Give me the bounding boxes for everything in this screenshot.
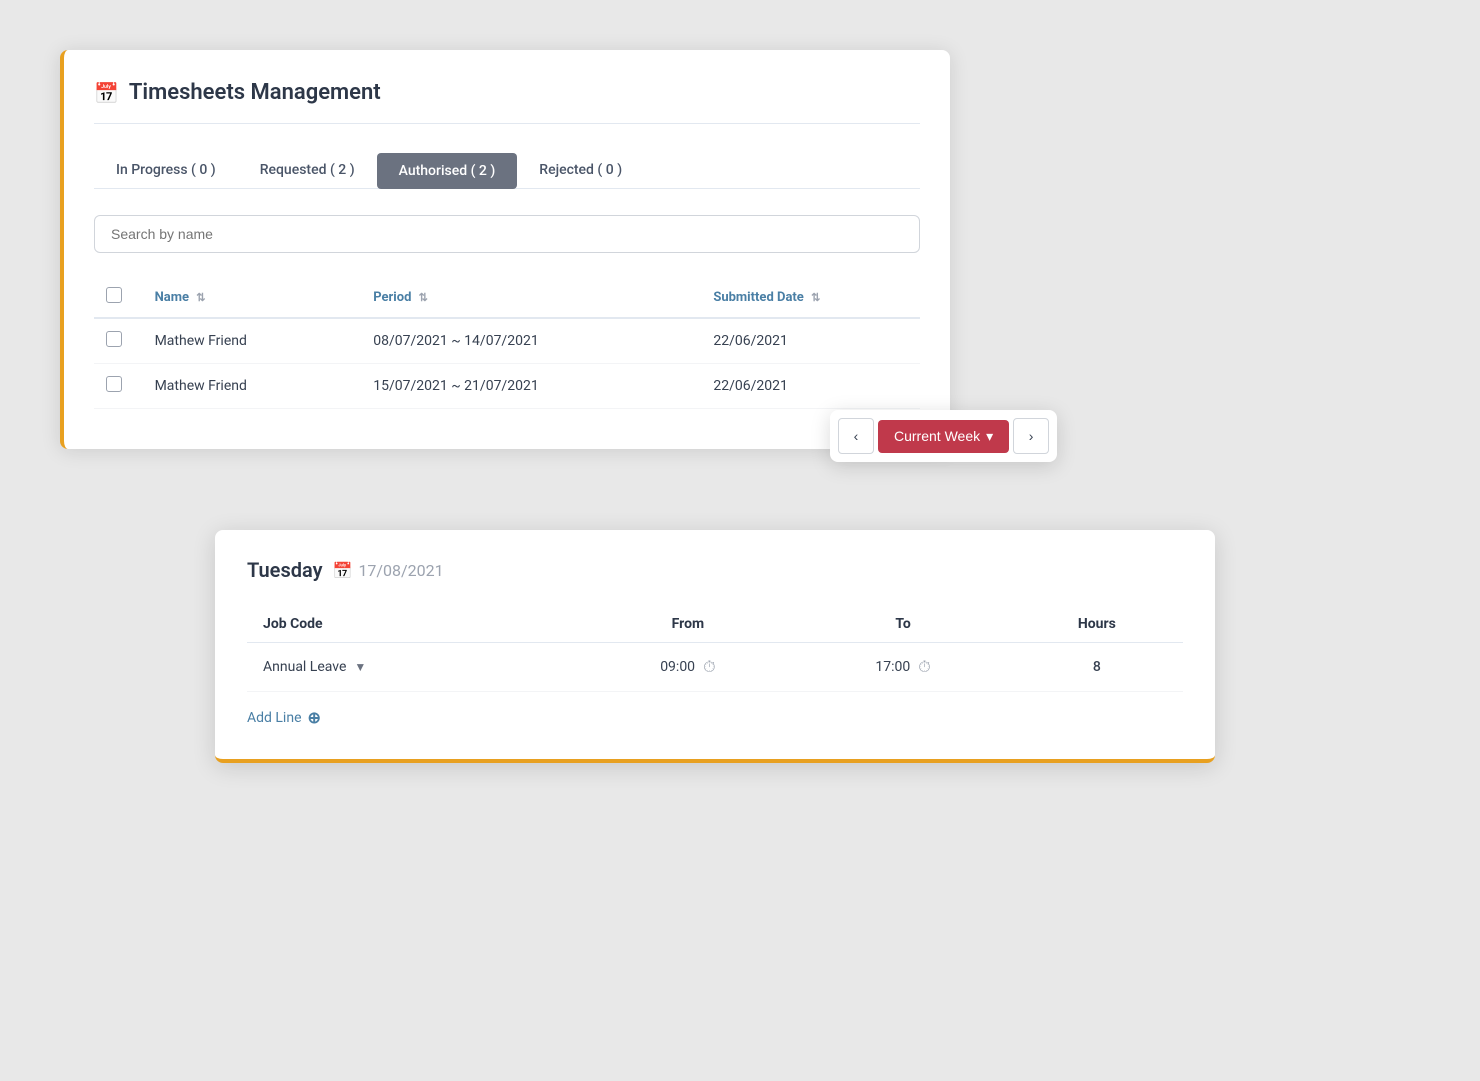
job-code-dropdown-arrow[interactable]: ▼ (354, 660, 366, 674)
col-header-period[interactable]: Period ⇅ (361, 277, 701, 318)
from-time-value: 09:00 (660, 659, 695, 675)
select-all-checkbox[interactable] (106, 287, 122, 303)
from-clock-icon[interactable]: ⏱ (703, 657, 715, 677)
row-1-checkbox-cell[interactable] (94, 364, 143, 409)
col-header-job-code: Job Code (247, 606, 580, 643)
row-1-period: 15/07/2021 ~ 21/07/2021 (361, 364, 701, 409)
to-cell: 17:00 ⏱ (795, 643, 1010, 692)
day-title: Tuesday 📅 17/08/2021 (247, 558, 1183, 582)
col-header-submitted-date[interactable]: Submitted Date ⇅ (701, 277, 920, 318)
job-code-value: Annual Leave (263, 659, 346, 675)
add-line-text: Add Line (247, 710, 302, 726)
day-entry-row: Annual Leave ▼ 09:00 ⏱ 17:00 ⏱ (247, 643, 1183, 692)
day-date: 📅 17/08/2021 (333, 561, 444, 580)
period-sort-icon[interactable]: ⇅ (419, 291, 428, 304)
col-header-hours: Hours (1011, 606, 1183, 643)
tabs-row: In Progress ( 0 ) Requested ( 2 ) Author… (94, 152, 920, 189)
tab-rejected[interactable]: Rejected ( 0 ) (517, 152, 644, 188)
row-0-checkbox-cell[interactable] (94, 318, 143, 364)
page-title-text: Timesheets Management (129, 80, 381, 105)
add-line-icon: ⊕ (308, 708, 321, 727)
hours-cell: 8 (1011, 643, 1183, 692)
search-input[interactable] (94, 215, 920, 253)
current-week-button[interactable]: Current Week ▾ (878, 420, 1009, 453)
timesheets-table: Name ⇅ Period ⇅ Submitted Date ⇅ Mathew … (94, 277, 920, 409)
job-code-cell: Annual Leave ▼ (247, 643, 580, 692)
table-row: Mathew Friend 15/07/2021 ~ 21/07/2021 22… (94, 364, 920, 409)
day-date-value: 17/08/2021 (358, 561, 443, 580)
day-name: Tuesday (247, 558, 323, 582)
row-1-name: Mathew Friend (143, 364, 362, 409)
to-time-value: 17:00 (875, 659, 910, 675)
calendar-icon: 📅 (94, 81, 119, 105)
page-title: 📅 Timesheets Management (94, 80, 920, 124)
table-row: Mathew Friend 08/07/2021 ~ 14/07/2021 22… (94, 318, 920, 364)
tab-requested[interactable]: Requested ( 2 ) (238, 152, 377, 188)
col-header-name[interactable]: Name ⇅ (143, 277, 362, 318)
week-nav-card: ‹ Current Week ▾ › (830, 410, 1057, 462)
to-clock-icon[interactable]: ⏱ (918, 657, 930, 677)
from-cell: 09:00 ⏱ (580, 643, 795, 692)
tab-authorised[interactable]: Authorised ( 2 ) (377, 153, 518, 189)
col-header-to: To (795, 606, 1010, 643)
row-0-period: 08/07/2021 ~ 14/07/2021 (361, 318, 701, 364)
hours-value: 8 (1093, 659, 1101, 675)
next-week-button[interactable]: › (1013, 418, 1049, 454)
row-0-name: Mathew Friend (143, 318, 362, 364)
current-week-dropdown-icon: ▾ (986, 428, 993, 445)
name-sort-icon[interactable]: ⇅ (196, 291, 205, 304)
prev-week-button[interactable]: ‹ (838, 418, 874, 454)
day-entries-table: Job Code From To Hours Annual Leave ▼ 09… (247, 606, 1183, 692)
col-header-from: From (580, 606, 795, 643)
row-0-submitted-date: 22/06/2021 (701, 318, 920, 364)
main-card: 📅 Timesheets Management In Progress ( 0 … (60, 50, 950, 449)
tab-in-progress[interactable]: In Progress ( 0 ) (94, 152, 238, 188)
row-0-checkbox[interactable] (106, 331, 122, 347)
add-line-row[interactable]: Add Line ⊕ (247, 708, 1183, 727)
day-calendar-icon: 📅 (333, 561, 353, 580)
row-1-checkbox[interactable] (106, 376, 122, 392)
select-all-checkbox-header[interactable] (94, 277, 143, 318)
row-1-submitted-date: 22/06/2021 (701, 364, 920, 409)
day-detail-card: Tuesday 📅 17/08/2021 Job Code From To Ho… (215, 530, 1215, 763)
current-week-label: Current Week (894, 428, 980, 444)
submitted-date-sort-icon[interactable]: ⇅ (811, 291, 820, 304)
